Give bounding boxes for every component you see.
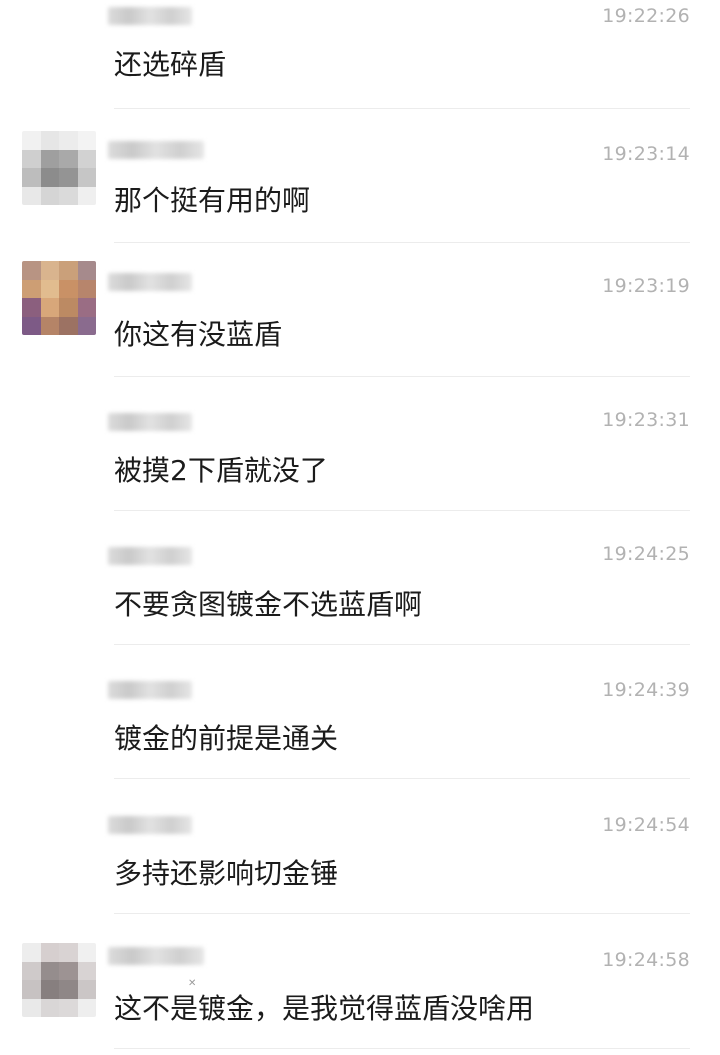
message-text: 这不是镀金，是我觉得蓝盾没啥用	[114, 992, 535, 1025]
chat-message[interactable]: 19:23:19 你这有没蓝盾	[0, 243, 720, 377]
chat-message[interactable]: 19:23:14 那个挺有用的啊	[0, 109, 720, 243]
message-time: 19:24:54	[602, 814, 690, 836]
sender-name-blurred	[108, 141, 204, 159]
message-time: 19:23:19	[602, 275, 690, 297]
message-time: 19:23:31	[602, 409, 690, 431]
message-text: 不要贪图镀金不选蓝盾啊	[114, 588, 423, 621]
message-text: 镀金的前提是通关	[114, 722, 339, 755]
chat-message[interactable]: ✕ 19:24:58 这不是镀金，是我觉得蓝盾没啥用	[0, 915, 720, 1049]
message-text: 被摸2下盾就没了	[114, 454, 328, 487]
divider	[114, 913, 690, 914]
avatar[interactable]	[22, 261, 96, 335]
message-text: 多持还影响切金锤	[114, 857, 339, 890]
sender-name-blurred	[108, 273, 192, 291]
sender-name-blurred	[108, 413, 192, 431]
avatar[interactable]	[22, 943, 96, 1017]
divider	[114, 1048, 690, 1049]
sender-name-blurred	[108, 547, 192, 565]
chat-message[interactable]: 19:22:26 还选碎盾	[0, 0, 720, 109]
chat-message[interactable]: 19:24:54 多持还影响切金锤	[0, 780, 720, 914]
chat-message[interactable]: 19:24:39 镀金的前提是通关	[0, 645, 720, 779]
message-time: 19:22:26	[602, 5, 690, 27]
message-time: 19:24:25	[602, 543, 690, 565]
chat-message[interactable]: 19:23:31 被摸2下盾就没了	[0, 377, 720, 511]
sender-tag-icon: ✕	[188, 978, 197, 989]
divider	[114, 778, 690, 779]
message-text: 还选碎盾	[114, 48, 227, 81]
message-text: 你这有没蓝盾	[114, 318, 283, 351]
message-time: 19:24:58	[602, 949, 690, 971]
avatar[interactable]	[22, 131, 96, 205]
message-time: 19:23:14	[602, 143, 690, 165]
chat-message[interactable]: 19:24:25 不要贪图镀金不选蓝盾啊	[0, 511, 720, 645]
message-text: 那个挺有用的啊	[114, 184, 311, 217]
message-time: 19:24:39	[602, 679, 690, 701]
sender-name-blurred	[108, 816, 192, 834]
sender-name-blurred	[108, 681, 192, 699]
sender-name-blurred	[108, 7, 192, 25]
sender-name-blurred	[108, 947, 204, 965]
chat-message-list: 19:22:26 还选碎盾 19:23:14 那个挺有用的啊 19:23:19 …	[0, 0, 720, 1055]
